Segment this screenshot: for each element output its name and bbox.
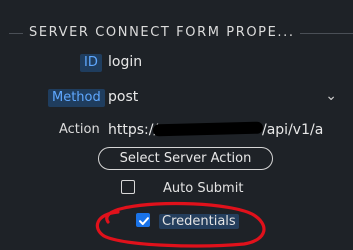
- chevron-down-icon[interactable]: ⌄: [325, 88, 337, 104]
- section-title: SERVER CONNECT FORM PROPE...: [29, 25, 295, 40]
- method-label: Method: [48, 89, 105, 107]
- redaction-mark: [152, 121, 264, 137]
- divider: [9, 33, 23, 34]
- id-field[interactable]: login: [108, 54, 142, 70]
- method-select[interactable]: post: [108, 89, 138, 105]
- auto-submit-checkbox[interactable]: [121, 180, 135, 194]
- divider: [300, 33, 353, 34]
- credentials-label[interactable]: Credentials: [159, 214, 239, 229]
- id-label: ID: [80, 54, 102, 72]
- action-label: Action: [59, 122, 100, 137]
- method-row: Method post ⌄: [0, 86, 353, 110]
- id-row: ID login: [0, 51, 353, 75]
- action-field-tail[interactable]: /api/v1/a: [262, 122, 323, 138]
- section-header[interactable]: SERVER CONNECT FORM PROPE...: [0, 22, 353, 44]
- credentials-checkbox[interactable]: [136, 213, 150, 227]
- action-row: Action https:// /api/v1/a: [0, 119, 353, 143]
- auto-submit-label[interactable]: Auto Submit: [163, 181, 243, 196]
- properties-panel: SERVER CONNECT FORM PROPE... ID login Me…: [0, 0, 353, 250]
- check-icon: [139, 217, 149, 225]
- select-server-action-button[interactable]: Select Server Action: [98, 147, 273, 170]
- action-field[interactable]: https://: [108, 122, 158, 138]
